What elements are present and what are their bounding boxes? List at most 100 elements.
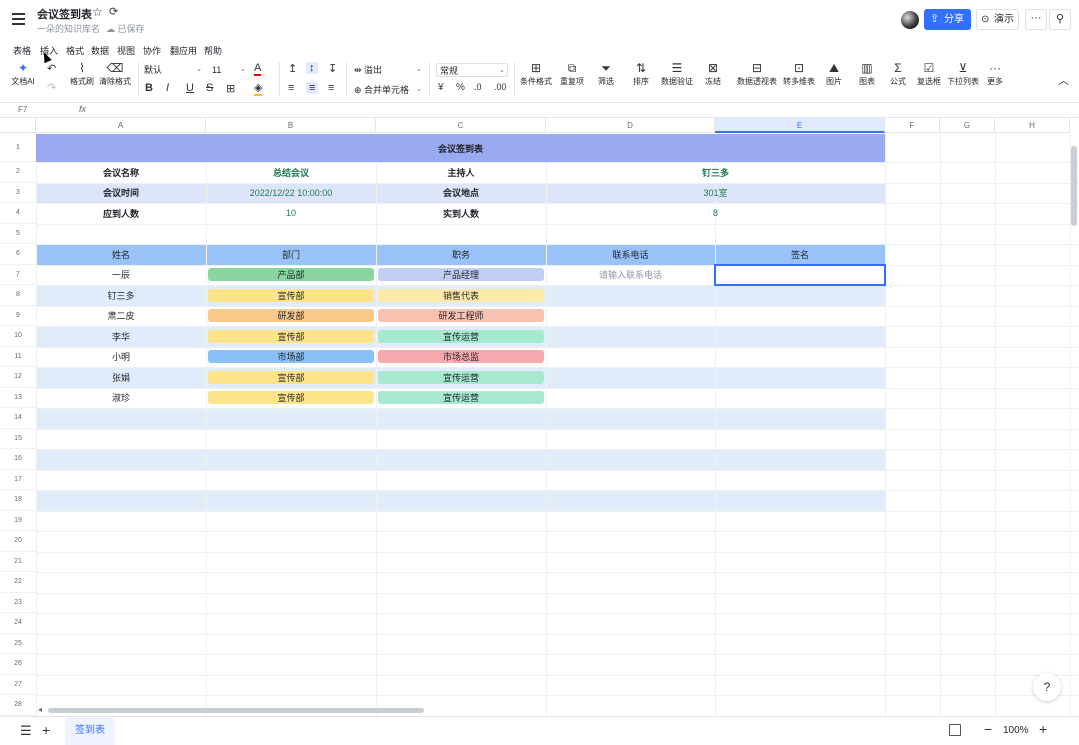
align-middle-icon[interactable]: ↕ xyxy=(306,62,318,74)
document-title[interactable]: 会议签到表 xyxy=(37,6,92,22)
actual-count-label[interactable]: 实到人数 xyxy=(376,203,546,224)
row-header[interactable]: 12 xyxy=(0,367,36,388)
row-header[interactable]: 21 xyxy=(0,552,36,572)
column-header-c[interactable]: C xyxy=(376,118,546,133)
sort-button[interactable]: ⇅ 排序 xyxy=(630,60,652,87)
sheet-tab[interactable]: 签到表 xyxy=(65,717,115,745)
menu-item[interactable]: 格式 xyxy=(66,44,84,57)
sheet-list-icon[interactable]: ☰ xyxy=(20,723,32,739)
meeting-place-value[interactable]: 301室 xyxy=(546,183,885,204)
position-tag[interactable]: 产品经理 xyxy=(378,268,544,281)
row-header[interactable]: 3 xyxy=(0,183,36,203)
zoom-level[interactable]: 100% xyxy=(1003,725,1029,736)
fill-color-icon[interactable]: ◈ xyxy=(254,82,263,96)
currency-icon[interactable]: ¥ xyxy=(438,82,444,93)
add-sheet-icon[interactable]: + xyxy=(42,722,50,738)
font-family-select[interactable]: 默认 ⌄ xyxy=(144,63,204,77)
increase-decimal-icon[interactable]: .0 xyxy=(474,82,482,92)
filter-button[interactable]: ⏷ 筛选 xyxy=(595,60,617,87)
align-right-icon[interactable]: ≡ xyxy=(328,82,334,94)
collapse-toolbar-icon[interactable]: ︿ xyxy=(1058,72,1069,88)
vertical-scrollbar[interactable] xyxy=(1071,146,1077,226)
selected-cell[interactable] xyxy=(714,263,886,286)
row-header[interactable]: 2 xyxy=(0,162,36,183)
redo-icon[interactable]: ↷ xyxy=(47,81,56,94)
search-icon[interactable]: ⚲ xyxy=(1049,9,1071,30)
help-icon[interactable]: ? xyxy=(1033,673,1061,701)
more-options-button[interactable]: ··· xyxy=(1025,9,1047,30)
doc-ai-button[interactable]: ✦ 文档AI xyxy=(10,60,36,87)
view-mode-icon[interactable] xyxy=(949,724,961,736)
menu-item[interactable]: 数据 xyxy=(91,44,109,57)
row-header[interactable]: 20 xyxy=(0,531,36,552)
row-header[interactable]: 10 xyxy=(0,326,36,347)
pivot-table-button[interactable]: ⊟ 数据透视表 xyxy=(736,60,778,87)
row-header[interactable]: 27 xyxy=(0,675,36,695)
column-header-b[interactable]: B xyxy=(206,118,376,133)
decrease-decimal-icon[interactable]: .00 xyxy=(494,82,507,92)
underline-icon[interactable]: U xyxy=(186,82,194,94)
number-format-select[interactable]: 常规 ⌄ xyxy=(436,63,508,77)
meeting-time-label[interactable]: 会议时间 xyxy=(36,183,206,204)
row-header[interactable]: 13 xyxy=(0,388,36,408)
name-cell[interactable]: 钉三多 xyxy=(36,285,206,306)
column-header-h[interactable]: H xyxy=(995,118,1070,133)
pin-icon[interactable]: ⟳ xyxy=(109,5,118,18)
italic-icon[interactable]: I xyxy=(166,82,169,94)
conditional-format-button[interactable]: ⊞ 条件格式 xyxy=(518,60,554,87)
table-header-cell[interactable]: 联系电话 xyxy=(546,244,715,265)
name-cell[interactable]: 一辰 xyxy=(36,265,206,286)
row-header[interactable]: 19 xyxy=(0,511,36,531)
department-tag[interactable]: 宣传部 xyxy=(208,370,374,384)
dropdown-list-button[interactable]: ⊻ 下拉列表 xyxy=(946,60,980,87)
position-tag[interactable]: 销售代表 xyxy=(378,288,544,302)
host-label[interactable]: 主持人 xyxy=(376,162,546,183)
zoom-out-icon[interactable]: − xyxy=(984,721,992,737)
name-cell[interactable]: 淑珍 xyxy=(36,388,206,409)
font-color-icon[interactable]: A xyxy=(254,62,262,76)
data-validation-button[interactable]: ☰ 数据验证 xyxy=(660,60,694,87)
border-icon[interactable]: ⊞ xyxy=(226,82,235,95)
row-header[interactable]: 18 xyxy=(0,490,36,511)
menu-item[interactable]: 视图 xyxy=(117,44,135,57)
align-center-icon[interactable]: ≡ xyxy=(306,82,319,94)
select-all-corner[interactable] xyxy=(0,118,36,133)
position-tag[interactable]: 宣传运营 xyxy=(378,370,544,384)
row-header[interactable]: 5 xyxy=(0,224,36,244)
row-header[interactable]: 28 xyxy=(0,695,36,716)
row-header[interactable]: 4 xyxy=(0,203,36,224)
meeting-name-value[interactable]: 总结会议 xyxy=(206,162,376,183)
position-tag[interactable]: 研发工程师 xyxy=(378,309,544,322)
document-path[interactable]: 一朵的知识库名 xyxy=(37,22,100,35)
position-tag[interactable]: 市场总监 xyxy=(378,350,544,363)
table-header-cell[interactable]: 姓名 xyxy=(36,244,206,265)
row-header[interactable]: 23 xyxy=(0,593,36,613)
expected-count-label[interactable]: 应到人数 xyxy=(36,203,206,224)
department-tag[interactable]: 宣传部 xyxy=(208,288,374,302)
column-header-e[interactable]: E xyxy=(715,118,885,133)
department-tag[interactable]: 宣传部 xyxy=(208,329,374,343)
checkbox-button[interactable]: ☑ 复选框 xyxy=(916,60,942,87)
menu-item[interactable]: 翻应用 xyxy=(170,44,197,57)
department-tag[interactable]: 宣传部 xyxy=(208,391,374,404)
strikethrough-icon[interactable]: S xyxy=(206,82,213,94)
font-size-select[interactable]: 11 ⌄ xyxy=(212,63,248,77)
menu-item[interactable]: 协作 xyxy=(143,44,161,57)
undo-icon[interactable]: ↶ xyxy=(47,62,56,75)
menu-item[interactable]: 帮助 xyxy=(204,44,222,57)
column-header-f[interactable]: F xyxy=(885,118,940,133)
expected-count-value[interactable]: 10 xyxy=(206,203,376,224)
name-cell[interactable]: 李华 xyxy=(36,326,206,347)
star-icon[interactable]: ☆ xyxy=(92,5,103,19)
row-header[interactable]: 8 xyxy=(0,285,36,306)
row-header[interactable]: 16 xyxy=(0,449,36,470)
table-header-cell[interactable]: 签名 xyxy=(715,244,885,265)
multi-dim-button[interactable]: ⊡ 转多维表 xyxy=(781,60,817,87)
position-tag[interactable]: 宣传运营 xyxy=(378,391,544,404)
name-cell[interactable]: 张娟 xyxy=(36,367,206,388)
department-tag[interactable]: 市场部 xyxy=(208,350,374,363)
formula-button[interactable]: Σ 公式 xyxy=(887,60,909,87)
column-header-d[interactable]: D xyxy=(546,118,715,133)
align-bottom-icon[interactable]: ↧ xyxy=(328,62,337,75)
row-header[interactable]: 11 xyxy=(0,347,36,367)
